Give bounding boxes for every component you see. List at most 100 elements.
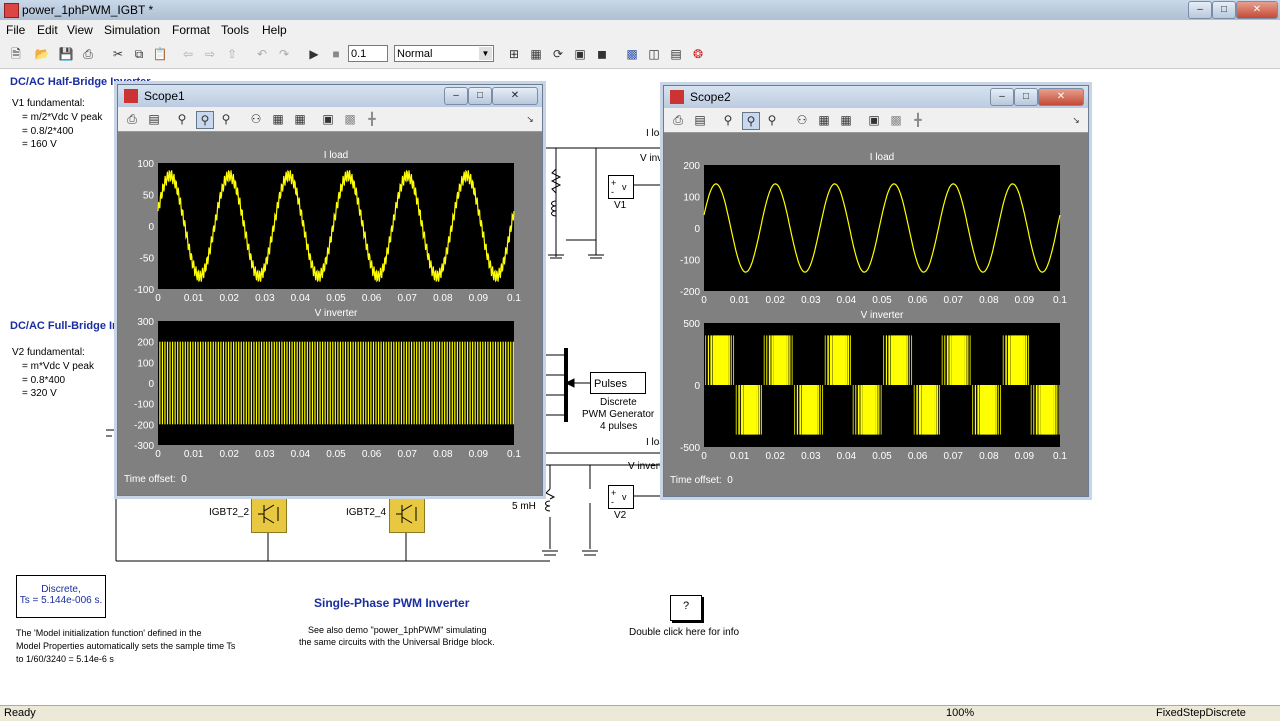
- scope1-maximize-button[interactable]: □: [468, 87, 492, 105]
- restore-axes-icon[interactable]: ▦: [838, 112, 854, 128]
- powergui-discrete-block[interactable]: Discrete, Ts = 5.144e-006 s.: [16, 575, 106, 618]
- debug-icon[interactable]: ◫: [646, 46, 662, 62]
- scope2-close-button[interactable]: ✕: [1038, 88, 1084, 106]
- paste-icon[interactable]: 📋: [152, 46, 168, 62]
- signal-selection-icon[interactable]: ╋: [910, 112, 926, 128]
- plot-axes-0: [158, 163, 514, 289]
- scope1-window[interactable]: Scope1 – □ ✕ ⎙ ▤ ⚲ ⚲ ⚲ ⚇ ▦ ▦ ▣ ▩ ╋ ↘ I l…: [117, 84, 543, 496]
- maximize-button[interactable]: □: [1212, 1, 1236, 19]
- save-axes-icon[interactable]: ▦: [816, 112, 832, 128]
- scope2-maximize-button[interactable]: □: [1014, 88, 1038, 106]
- pwm-pulse: [177, 341, 179, 425]
- pwm-pulse: [393, 341, 395, 425]
- parameters-icon[interactable]: ▤: [692, 112, 708, 128]
- back-icon[interactable]: ⇦: [180, 46, 196, 62]
- update-diagram-icon[interactable]: ⊞: [506, 46, 522, 62]
- autoscale-icon[interactable]: ⚇: [794, 112, 810, 128]
- pwm-pulse: [217, 341, 219, 425]
- pwm-pulse: [411, 341, 413, 425]
- y-tick-label: 100: [683, 193, 700, 204]
- simulink-app-icon: [4, 3, 19, 18]
- chevron-down-icon[interactable]: ▼: [479, 47, 492, 60]
- pwm-pulse: [817, 385, 819, 435]
- menu-tools[interactable]: Tools: [221, 23, 249, 37]
- signal-selection-icon[interactable]: ╋: [364, 111, 380, 127]
- zoom-x-icon[interactable]: ⚲: [196, 111, 214, 129]
- zoom-y-icon[interactable]: ⚲: [218, 111, 234, 127]
- library-browser-icon[interactable]: ▣: [572, 46, 588, 62]
- pwm-pulse: [174, 341, 176, 425]
- refresh-icon[interactable]: ⟳: [550, 46, 566, 62]
- stop-time-input[interactable]: 0.1: [348, 45, 388, 62]
- pwm-pulse: [484, 341, 486, 425]
- lock-icon[interactable]: ▩: [342, 111, 358, 127]
- pwm-pulse: [730, 335, 732, 385]
- toolbar-overflow-icon[interactable]: ↘: [522, 111, 538, 127]
- build-icon[interactable]: ▦: [528, 46, 544, 62]
- voltage-measurement-v2[interactable]: + - v: [608, 485, 634, 509]
- menu-file[interactable]: File: [6, 23, 25, 37]
- start-simulation-icon[interactable]: ▶: [306, 46, 322, 62]
- menu-help[interactable]: Help: [262, 23, 287, 37]
- parameters-icon[interactable]: ▤: [146, 111, 162, 127]
- menu-format[interactable]: Format: [172, 23, 210, 37]
- stop-simulation-icon[interactable]: ■: [328, 46, 344, 62]
- y-tick-label: -100: [134, 285, 154, 296]
- scope2-window[interactable]: Scope2 – □ ✕ ⎙ ▤ ⚲ ⚲ ⚲ ⚇ ▦ ▦ ▣ ▩ ╋ ↘ I l…: [663, 85, 1089, 497]
- pwm-generator-block[interactable]: Pulses: [590, 372, 646, 394]
- info-block[interactable]: ?: [670, 595, 702, 621]
- floating-scope-icon[interactable]: ▣: [320, 111, 336, 127]
- print-icon[interactable]: ⎙: [670, 112, 686, 128]
- scope2-minimize-button[interactable]: –: [990, 88, 1014, 106]
- toolbar-overflow-icon[interactable]: ↘: [1068, 112, 1084, 128]
- minimize-button[interactable]: –: [1188, 1, 1212, 19]
- zoom-x-icon[interactable]: ⚲: [742, 112, 760, 130]
- scope1-close-button[interactable]: ✕: [492, 87, 538, 105]
- autoscale-icon[interactable]: ⚇: [248, 111, 264, 127]
- menu-edit[interactable]: Edit: [37, 23, 58, 37]
- zoom-y-icon[interactable]: ⚲: [764, 112, 780, 128]
- restore-axes-icon[interactable]: ▦: [292, 111, 308, 127]
- y-tick-label: -200: [680, 287, 700, 298]
- pwm-pulse: [847, 335, 850, 385]
- properties-icon[interactable]: ▤: [668, 46, 684, 62]
- cut-icon[interactable]: ✂: [110, 46, 126, 62]
- pwm-pulse: [166, 341, 169, 425]
- lock-icon[interactable]: ▩: [888, 112, 904, 128]
- igbt4-block[interactable]: [389, 496, 425, 533]
- toggle-icon[interactable]: ◼: [594, 46, 610, 62]
- see-also-2: the same circuits with the Universal Bri…: [299, 637, 495, 647]
- voltage-measurement-v1[interactable]: + - v: [608, 175, 634, 199]
- pwm-pulse: [812, 385, 815, 435]
- pwm-gen-line-3: 4 pulses: [600, 421, 638, 432]
- redo-icon[interactable]: ↷: [276, 46, 292, 62]
- vinv-label-bottom: V invert: [628, 461, 662, 472]
- forward-icon[interactable]: ⇨: [202, 46, 218, 62]
- save-axes-icon[interactable]: ▦: [270, 111, 286, 127]
- menu-simulation[interactable]: Simulation: [104, 23, 160, 37]
- menu-view[interactable]: View: [67, 23, 93, 37]
- print-icon[interactable]: ⎙: [124, 111, 140, 127]
- window-title: power_1phPWM_IGBT *: [22, 3, 154, 17]
- open-icon[interactable]: 📂: [34, 46, 50, 62]
- y-tick-label: -200: [134, 420, 154, 431]
- pwm-pulse: [352, 341, 354, 425]
- print-icon[interactable]: ⎙: [80, 46, 96, 62]
- copy-icon[interactable]: ⧉: [131, 46, 147, 62]
- model-explorer-icon[interactable]: ▩: [624, 46, 640, 62]
- stop-sign-icon[interactable]: ❂: [690, 46, 706, 62]
- scope1-title: Scope1: [144, 89, 185, 103]
- pwm-pulse: [740, 385, 744, 435]
- zoom-icon[interactable]: ⚲: [174, 111, 190, 127]
- model-title: Single-Phase PWM Inverter: [314, 596, 470, 610]
- up-icon[interactable]: ⇧: [224, 46, 240, 62]
- close-button[interactable]: ✕: [1236, 1, 1278, 19]
- igbt2-block[interactable]: [251, 496, 287, 533]
- simulation-mode-select[interactable]: Normal ▼: [394, 45, 494, 62]
- save-icon[interactable]: 💾: [58, 46, 74, 62]
- floating-scope-icon[interactable]: ▣: [866, 112, 882, 128]
- scope1-minimize-button[interactable]: –: [444, 87, 468, 105]
- undo-icon[interactable]: ↶: [254, 46, 270, 62]
- new-model-icon[interactable]: 🗎: [8, 46, 24, 62]
- zoom-icon[interactable]: ⚲: [720, 112, 736, 128]
